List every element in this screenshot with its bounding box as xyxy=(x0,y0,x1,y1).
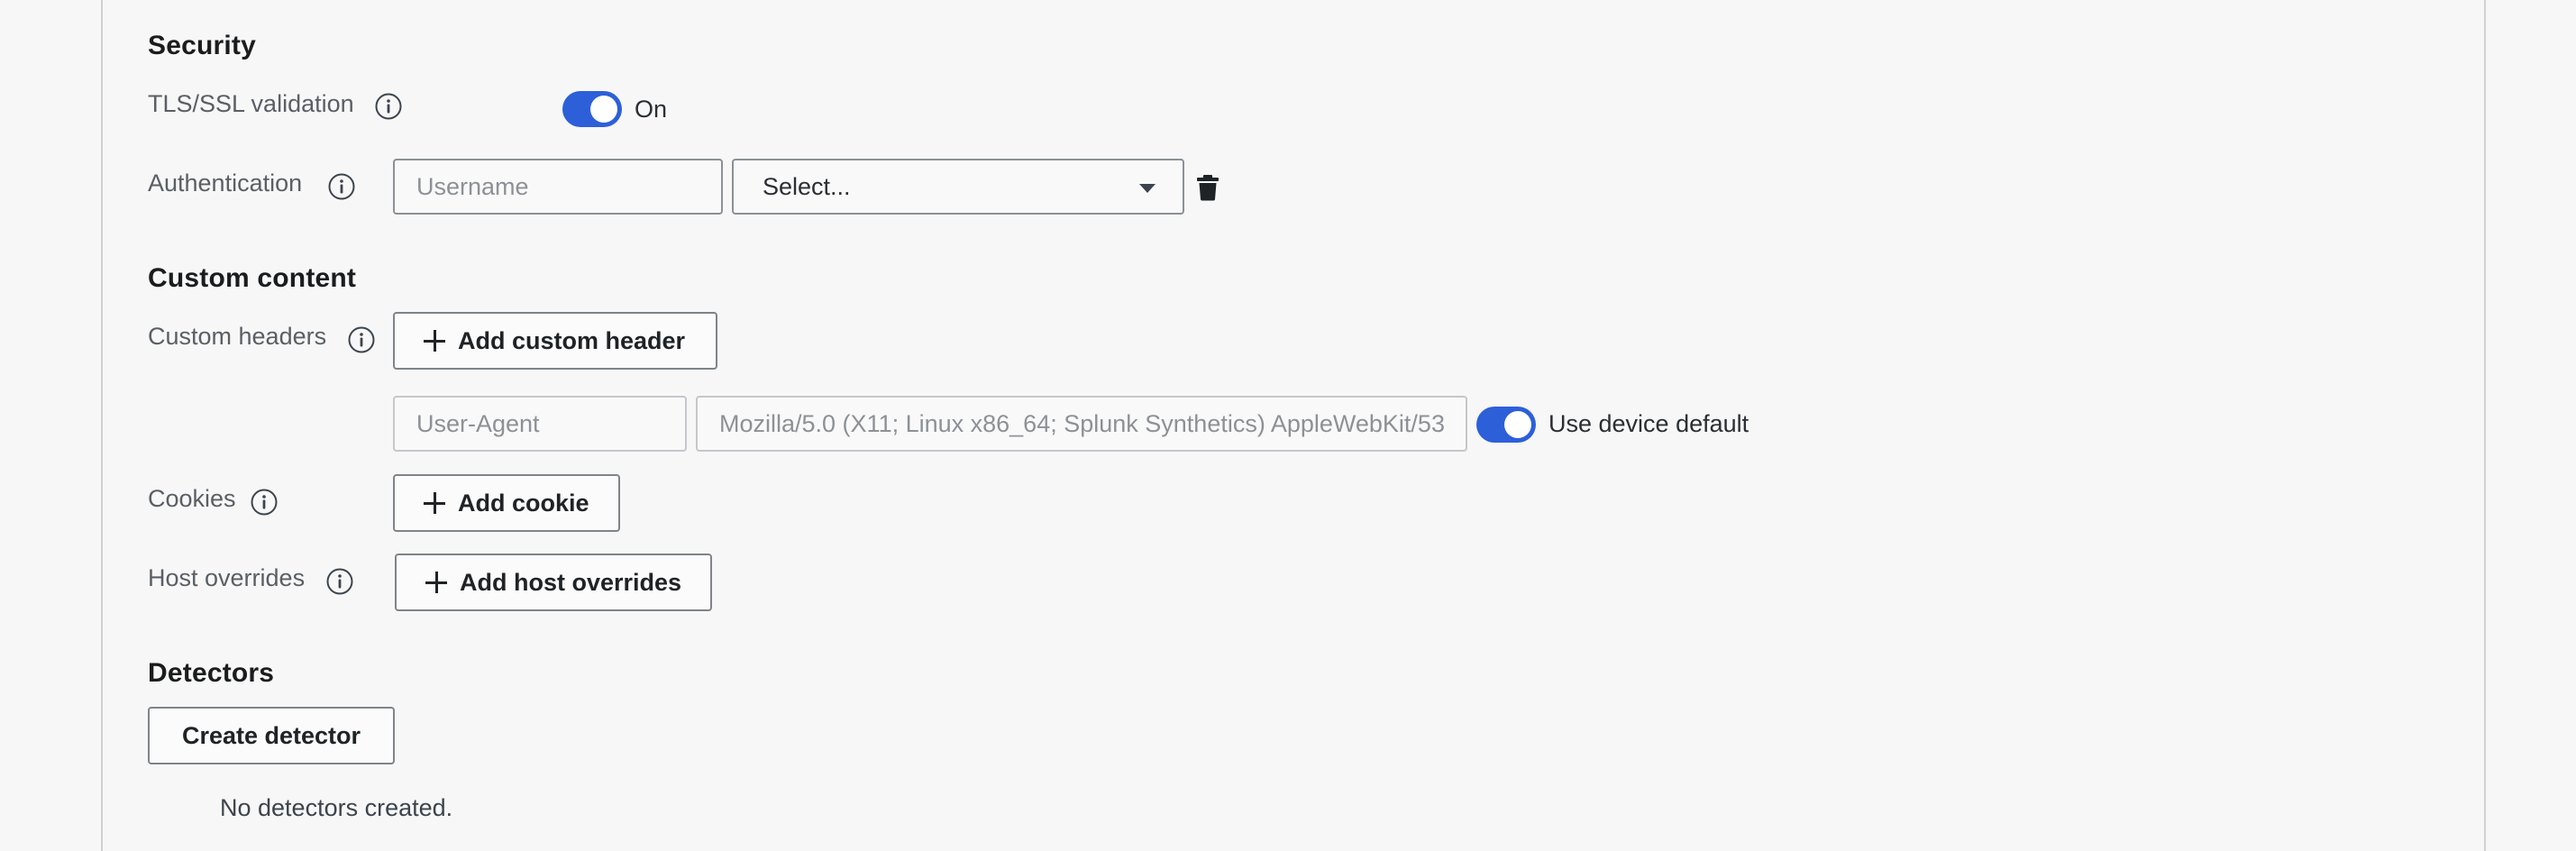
info-circle-icon[interactable] xyxy=(251,489,278,516)
create-detector-label: Create detector xyxy=(181,721,361,749)
add-host-overrides-label: Add host overrides xyxy=(460,568,682,596)
info-circle-icon[interactable] xyxy=(348,326,375,353)
create-detector-button[interactable]: Create detector xyxy=(148,707,395,764)
add-custom-header-label: Add custom header xyxy=(458,326,686,354)
trash-icon[interactable] xyxy=(1195,174,1220,201)
custom-content-section-title: Custom content xyxy=(148,263,357,293)
detectors-section-title: Detectors xyxy=(148,658,275,688)
add-cookie-label: Add cookie xyxy=(458,489,589,517)
use-device-default-toggle[interactable] xyxy=(1476,407,1536,443)
plus-icon xyxy=(425,572,447,593)
tls-validation-toggle[interactable] xyxy=(562,91,622,127)
add-custom-header-button[interactable]: Add custom header xyxy=(393,312,717,370)
tls-toggle-state-label: On xyxy=(635,96,668,123)
username-input[interactable] xyxy=(393,159,723,215)
plus-icon xyxy=(424,330,445,352)
toggle-knob xyxy=(1504,411,1531,438)
authentication-type-select[interactable]: Select... xyxy=(732,159,1184,215)
custom-headers-label: Custom headers xyxy=(148,323,327,350)
caret-down-icon xyxy=(1139,184,1156,193)
header-value-input[interactable] xyxy=(696,396,1467,452)
info-circle-icon[interactable] xyxy=(328,173,355,200)
info-circle-icon[interactable] xyxy=(326,568,353,595)
header-name-input[interactable] xyxy=(393,396,687,452)
add-cookie-button[interactable]: Add cookie xyxy=(393,474,620,532)
info-circle-icon[interactable] xyxy=(375,93,402,120)
no-detectors-message: No detectors created. xyxy=(220,794,453,821)
use-device-default-label: Use device default xyxy=(1548,410,1749,437)
cookies-label: Cookies xyxy=(148,485,236,512)
select-value: Select... xyxy=(763,173,851,200)
toggle-knob xyxy=(590,96,617,123)
authentication-label: Authentication xyxy=(148,169,303,197)
security-section-title: Security xyxy=(148,31,256,60)
plus-icon xyxy=(424,492,445,514)
settings-panel: Security TLS/SSL validation On Authentic… xyxy=(101,0,2486,851)
host-overrides-label: Host overrides xyxy=(148,564,306,591)
add-host-overrides-button[interactable]: Add host overrides xyxy=(395,554,712,611)
tls-validation-label: TLS/SSL validation xyxy=(148,90,354,117)
